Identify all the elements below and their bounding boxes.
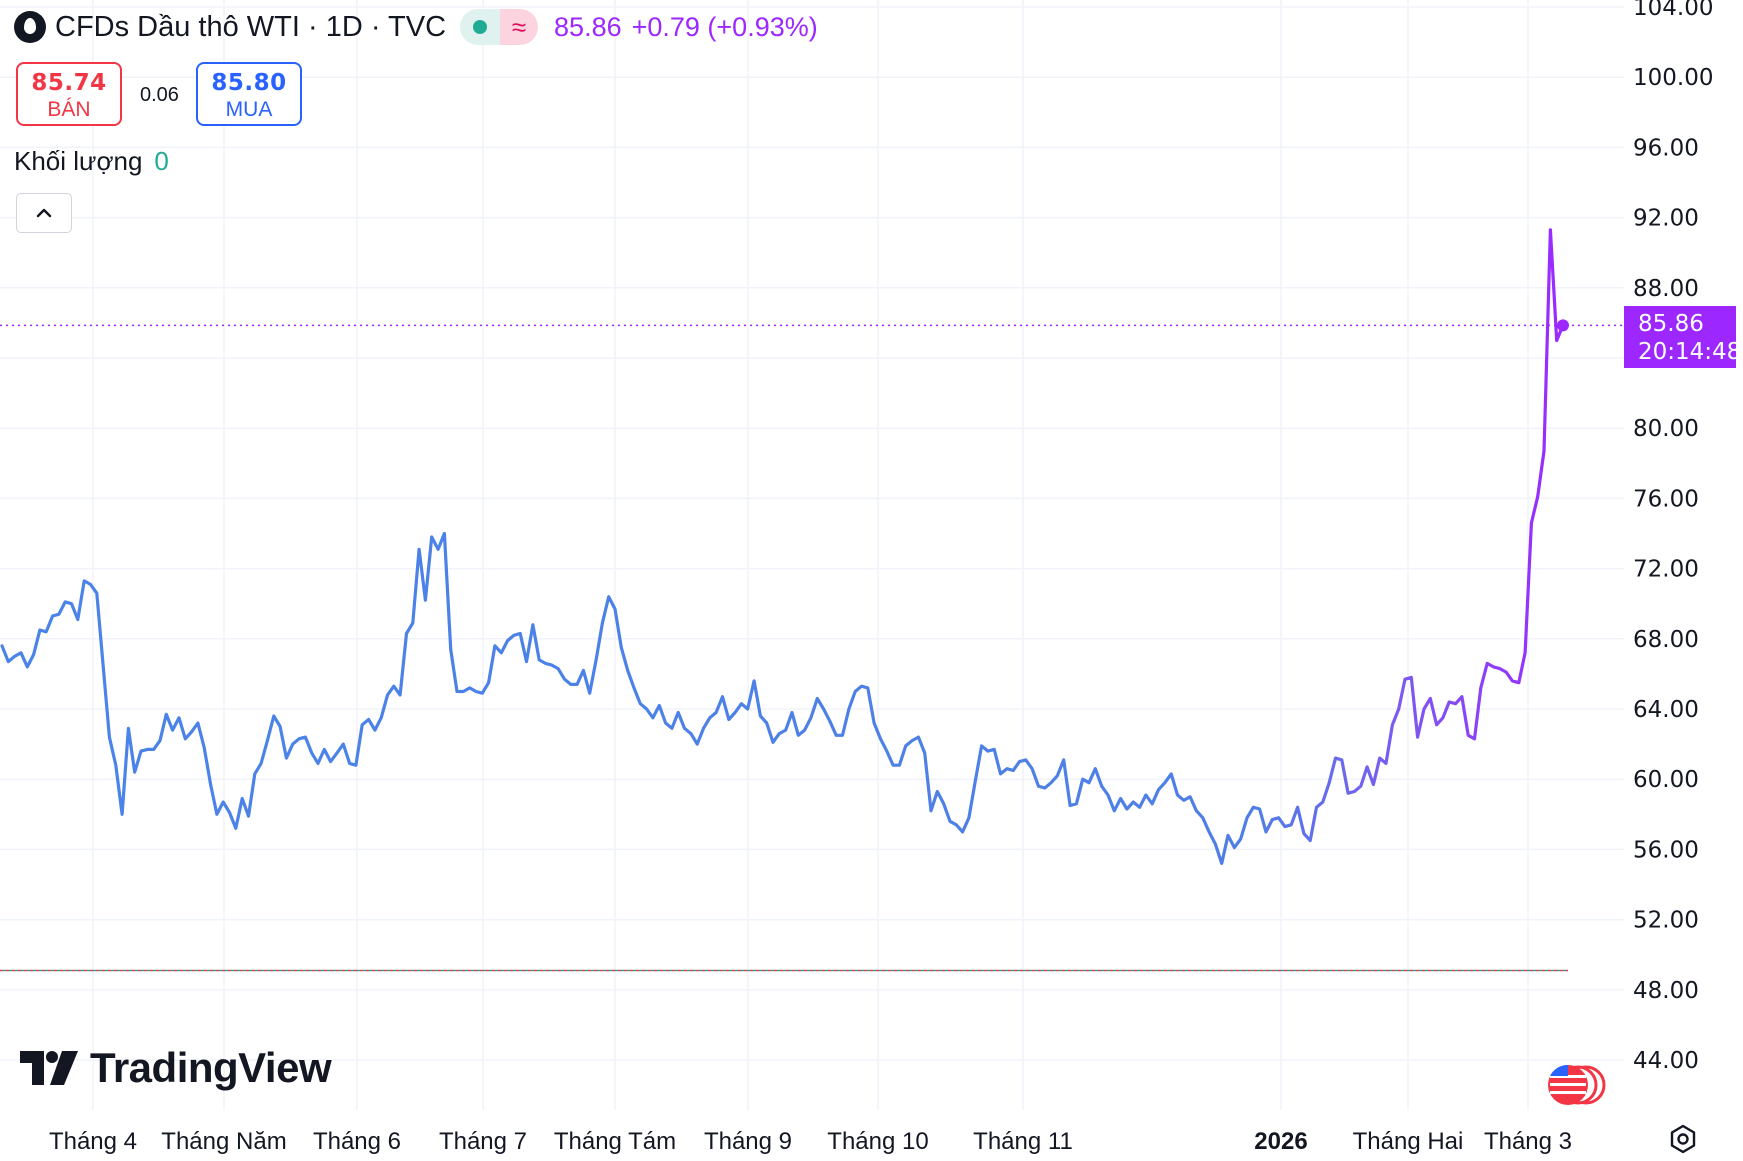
bar-countdown: 20:14:48	[1638, 339, 1742, 365]
reference-lines	[0, 324, 1624, 972]
buy-price: 85.80	[211, 70, 287, 96]
y-tick-label: 80.00	[1633, 416, 1699, 442]
y-tick-label: 52.00	[1633, 908, 1699, 934]
y-tick-label: 68.00	[1633, 627, 1699, 653]
symbol-title[interactable]: CFDs Dầu thô WTI · 1D · TVC	[55, 11, 446, 44]
x-tick-label: Tháng 9	[704, 1128, 792, 1155]
x-tick-label: Tháng Năm	[161, 1128, 286, 1155]
x-tick-label: Tháng 10	[827, 1128, 928, 1155]
time-axis[interactable]: Tháng 4 Tháng Năm Tháng 6 Tháng 7 Tháng Tám T…	[49, 1128, 1572, 1155]
x-tick-label: Tháng 3	[1484, 1128, 1572, 1155]
y-tick-label: 100.00	[1633, 65, 1713, 91]
y-tick-label: 64.00	[1633, 697, 1699, 723]
market-open-dot-icon	[460, 9, 501, 45]
x-tick-label: Tháng 11	[973, 1128, 1073, 1155]
volume-legend[interactable]: Khối lượng 0	[14, 146, 169, 177]
last-price-label: 85.86 20:14:48	[1624, 306, 1742, 368]
brand-name: TradingView	[90, 1044, 332, 1091]
y-tick-label: 48.00	[1633, 978, 1699, 1004]
volume-value: 0	[154, 146, 169, 176]
y-tick-label: 76.00	[1633, 486, 1699, 512]
y-tick-label: 60.00	[1633, 767, 1699, 793]
x-tick-label: 2026	[1254, 1128, 1307, 1155]
sell-label: BÁN	[47, 98, 91, 121]
x-tick-label: Tháng 4	[49, 1128, 137, 1155]
oil-drop-icon	[14, 11, 46, 43]
y-tick-label: 44.00	[1633, 1048, 1699, 1074]
y-tick-label: 104.00	[1633, 0, 1713, 21]
y-tick-label: 92.00	[1633, 206, 1699, 232]
last-price-value: 85.86	[1638, 311, 1704, 337]
buy-button[interactable]: 85.80 MUA	[196, 62, 302, 126]
price-line	[0, 228, 1565, 865]
x-tick-label: Tháng 6	[313, 1128, 401, 1155]
collapse-legend-button[interactable]	[16, 193, 72, 233]
chart-grid	[0, 0, 1624, 1110]
chevron-up-icon	[36, 208, 52, 218]
header-change: +0.79 (+0.93%)	[631, 11, 818, 42]
us-flag-icon[interactable]	[1542, 1062, 1608, 1108]
market-status[interactable]: ≈	[460, 9, 539, 45]
last-price-point	[1557, 319, 1569, 332]
volume-label: Khối lượng	[14, 146, 143, 176]
y-tick-label: 88.00	[1633, 276, 1699, 302]
sell-price: 85.74	[31, 70, 107, 96]
x-tick-label: Tháng Tám	[554, 1128, 676, 1155]
spread-value: 0.06	[140, 84, 179, 106]
delayed-data-icon: ≈	[500, 9, 539, 45]
y-tick-label: 96.00	[1633, 135, 1699, 161]
x-tick-label: Tháng 7	[439, 1128, 527, 1155]
settings-gear-icon[interactable]	[1668, 1124, 1698, 1154]
tradingview-mark-icon	[20, 1051, 78, 1085]
sell-button[interactable]: 85.74 BÁN	[16, 62, 122, 126]
header-price: 85.86	[554, 11, 622, 42]
price-axis[interactable]: 104.00100.0096.0092.0088.0084.0080.0076.…	[1633, 0, 1713, 1074]
x-tick-label: Tháng Hai	[1353, 1128, 1464, 1155]
chart-header: CFDs Dầu thô WTI · 1D · TVC ≈ 85.86 +0.7…	[14, 6, 818, 48]
tradingview-logo[interactable]: TradingView	[20, 1044, 332, 1091]
buy-label: MUA	[225, 98, 273, 121]
y-tick-label: 72.00	[1633, 557, 1699, 583]
price-chart[interactable]: 104.00100.0096.0092.0088.0084.0080.0076.…	[0, 0, 1743, 1161]
y-tick-label: 56.00	[1633, 837, 1699, 863]
